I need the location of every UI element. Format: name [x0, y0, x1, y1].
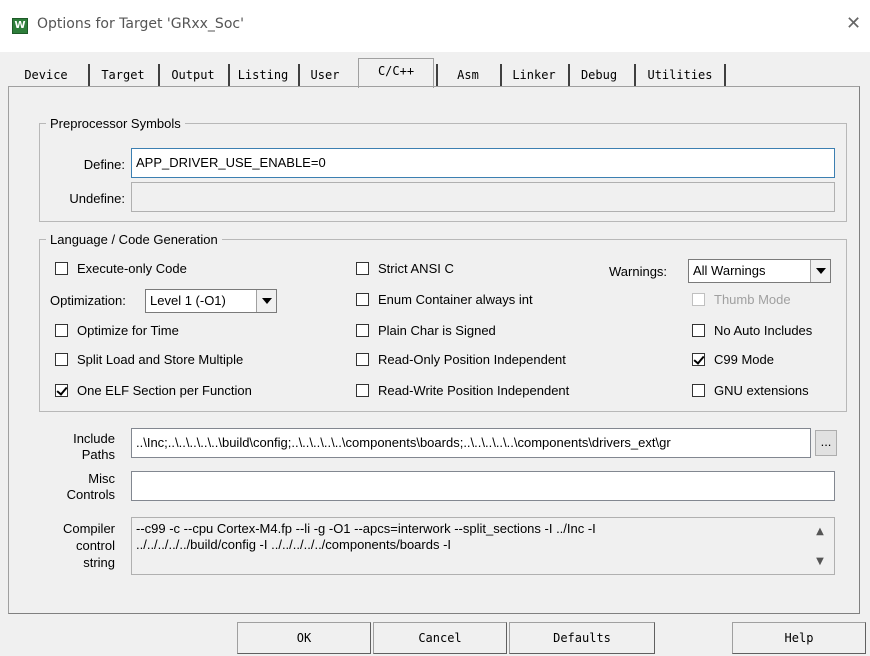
undefine-input[interactable]: [131, 182, 835, 212]
help-button[interactable]: Help: [732, 622, 866, 654]
compiler-control-string-textarea[interactable]: --c99 -c --cpu Cortex-M4.fp --li -g -O1 …: [131, 517, 835, 575]
tab-user[interactable]: User: [298, 64, 350, 86]
tab-output[interactable]: Output: [158, 64, 226, 86]
checkbox-label: Read-Write Position Independent: [378, 383, 570, 398]
checkbox-box[interactable]: [692, 384, 705, 397]
include-paths-browse-button[interactable]: ...: [815, 430, 837, 456]
checkbox-box[interactable]: [55, 262, 68, 275]
keil-app-icon: W: [12, 18, 28, 34]
checkbox-box[interactable]: [55, 324, 68, 337]
gnu-extensions-checkbox[interactable]: GNU extensions: [692, 383, 809, 398]
compiler-string-line2: ../../../../../build/config -I ../../../…: [136, 537, 452, 552]
undefine-label: Undefine:: [69, 191, 125, 206]
strict-ansi-c-checkbox[interactable]: Strict ANSI C: [356, 261, 454, 276]
include-paths-label-line1: Include: [73, 431, 115, 446]
misc-controls-label-line1: Misc: [88, 471, 115, 486]
read-write-pos-indep-checkbox[interactable]: Read-Write Position Independent: [356, 383, 569, 398]
checkbox-box[interactable]: [356, 324, 369, 337]
include-paths-input[interactable]: ..\Inc;..\..\..\..\..\build\config;..\..…: [131, 428, 811, 458]
checkbox-box[interactable]: [356, 353, 369, 366]
compiler-string-label-line2: control: [75, 538, 115, 553]
checkbox-box[interactable]: [356, 293, 369, 306]
warnings-label: Warnings:: [609, 264, 668, 279]
checkbox-label: GNU extensions: [714, 383, 809, 398]
tab-panel-c-cpp: Preprocessor Symbols Define: APP_DRIVER_…: [8, 86, 860, 614]
checkbox-box[interactable]: [356, 262, 369, 275]
warnings-value: All Warnings: [693, 263, 766, 278]
tab-linker[interactable]: Linker: [500, 64, 566, 86]
checkbox-label: Plain Char is Signed: [378, 323, 496, 338]
tab-debug[interactable]: Debug: [568, 64, 628, 86]
one-elf-section-checkbox[interactable]: One ELF Section per Function: [55, 383, 252, 398]
ok-button[interactable]: OK: [237, 622, 371, 654]
tab-utilities[interactable]: Utilities: [634, 64, 726, 86]
split-load-store-checkbox[interactable]: Split Load and Store Multiple: [55, 352, 243, 367]
read-only-pos-indep-checkbox[interactable]: Read-Only Position Independent: [356, 352, 566, 367]
compiler-string-line1: --c99 -c --cpu Cortex-M4.fp --li -g -O1 …: [136, 521, 596, 536]
checkbox-label: Enum Container always int: [378, 292, 533, 307]
no-auto-includes-checkbox[interactable]: No Auto Includes: [692, 323, 812, 338]
checkbox-label: C99 Mode: [714, 352, 774, 367]
tab-listing[interactable]: Listing: [228, 64, 296, 86]
scroll-down-icon[interactable]: ▼: [811, 553, 829, 571]
optimization-value: Level 1 (-O1): [150, 293, 226, 308]
scroll-up-icon[interactable]: ▲: [811, 523, 829, 541]
dialog-body: Device Target Output Listing User C/C++ …: [0, 52, 870, 656]
execute-only-code-checkbox[interactable]: Execute-only Code: [55, 261, 187, 276]
checkbox-box[interactable]: [55, 353, 68, 366]
optimize-for-time-checkbox[interactable]: Optimize for Time: [55, 323, 179, 338]
checkbox-box: [692, 293, 705, 306]
checkbox-box[interactable]: [356, 384, 369, 397]
compiler-string-label-line1: Compiler: [62, 521, 115, 536]
tab-target[interactable]: Target: [88, 64, 156, 86]
chevron-down-icon[interactable]: [810, 260, 830, 282]
chevron-down-icon[interactable]: [256, 290, 276, 312]
checkbox-box-checked[interactable]: [55, 384, 68, 397]
checkbox-label: One ELF Section per Function: [77, 383, 252, 398]
preprocessor-group-title: Preprocessor Symbols: [50, 116, 181, 131]
checkbox-label: Split Load and Store Multiple: [77, 352, 244, 367]
c99-mode-checkbox[interactable]: C99 Mode: [692, 352, 774, 367]
checkbox-label: Thumb Mode: [714, 292, 791, 307]
checkbox-label: No Auto Includes: [714, 323, 813, 338]
optimization-label: Optimization:: [50, 293, 126, 308]
language-group-title: Language / Code Generation: [50, 232, 218, 247]
defaults-button[interactable]: Defaults: [509, 622, 655, 654]
window-titlebar: W Options for Target 'GRxx_Soc' ✕: [0, 0, 870, 52]
enum-container-checkbox[interactable]: Enum Container always int: [356, 292, 533, 307]
include-paths-label-line2: Paths: [81, 447, 115, 462]
compiler-string-label-line3: string: [83, 555, 115, 570]
checkbox-box-checked[interactable]: [692, 353, 705, 366]
tab-device[interactable]: Device: [6, 64, 86, 86]
plain-char-signed-checkbox[interactable]: Plain Char is Signed: [356, 323, 496, 338]
tab-c-cpp[interactable]: C/C++: [358, 58, 434, 88]
window-title: Options for Target 'GRxx_Soc': [37, 16, 244, 32]
define-input[interactable]: APP_DRIVER_USE_ENABLE=0: [131, 148, 835, 178]
cancel-button[interactable]: Cancel: [373, 622, 507, 654]
checkbox-box[interactable]: [692, 324, 705, 337]
tab-asm[interactable]: Asm: [436, 64, 498, 86]
checkbox-label: Optimize for Time: [77, 323, 179, 338]
misc-controls-input[interactable]: [131, 471, 835, 501]
checkbox-label: Read-Only Position Independent: [378, 352, 566, 367]
thumb-mode-checkbox: Thumb Mode: [692, 292, 791, 307]
checkbox-label: Execute-only Code: [77, 261, 187, 276]
close-icon[interactable]: ✕: [846, 8, 870, 40]
misc-controls-label-line2: Controls: [66, 487, 115, 502]
warnings-select[interactable]: All Warnings: [688, 259, 831, 283]
optimization-select[interactable]: Level 1 (-O1): [145, 289, 277, 313]
checkbox-label: Strict ANSI C: [378, 261, 454, 276]
define-label: Define:: [83, 157, 125, 172]
